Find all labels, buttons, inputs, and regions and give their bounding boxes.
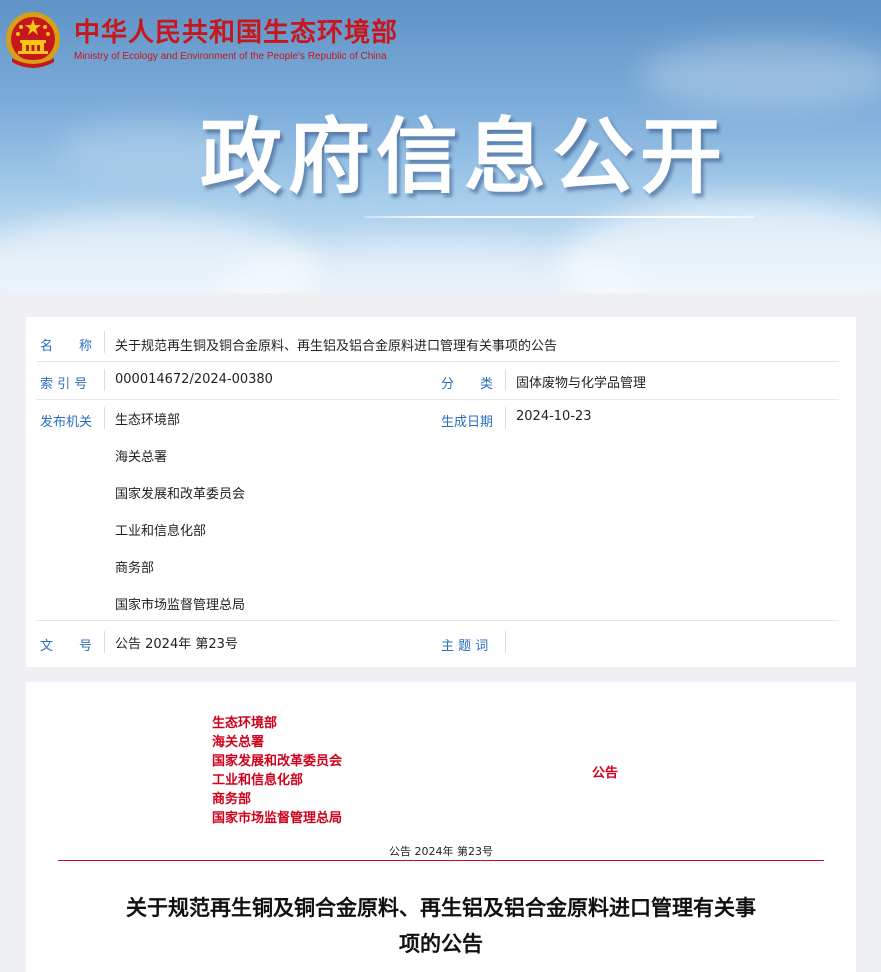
notice-word: 公告 — [592, 766, 619, 781]
issuer-value-6: 国家市场监督管理总局 — [115, 598, 246, 613]
date-value: 2024-10-23 — [516, 409, 592, 424]
meta-row-issuer: 发布机关 生态环境部 海关总署 国家发展和改革委员会 工业和信息化部 商务部 国… — [36, 400, 839, 621]
national-emblem-icon[interactable] — [4, 10, 62, 72]
category-label: 分 类 — [441, 377, 494, 392]
issuer-label: 发布机关 — [40, 415, 93, 430]
red-divider — [58, 860, 824, 861]
name-value: 关于规范再生铜及铜合金原料、再生铝及铝合金原料进口管理有关事项的公告 — [115, 339, 558, 354]
site-name-en[interactable]: Ministry of Ecology and Environment of t… — [74, 51, 387, 62]
document-body: 生态环境部 海关总署 国家发展和改革委员会 工业和信息化部 商务部 国家市场监督… — [26, 682, 856, 972]
index-value: 000014672/2024-00380 — [115, 372, 273, 387]
index-label: 索 引 号 — [40, 377, 88, 392]
issuer-value-4: 工业和信息化部 — [115, 524, 207, 539]
header-banner: 中华人民共和国生态环境部 Ministry of Ecology and Env… — [0, 0, 881, 293]
doc-issuer-4: 工业和信息化部 — [212, 773, 304, 788]
document-number: 公告 2024年 第23号 — [389, 845, 493, 858]
issuer-value-2: 海关总署 — [115, 450, 168, 465]
meta-row-docno: 文 号 公告 2024年 第23号 主 题 词 — [36, 621, 839, 659]
keywords-label: 主 题 词 — [441, 639, 489, 654]
doc-issuer-3: 国家发展和改革委员会 — [212, 754, 343, 769]
document-title: 关于规范再生铜及铜合金原料、再生铝及铝合金原料进口管理有关事项的公告 — [126, 896, 756, 956]
date-label: 生成日期 — [441, 415, 494, 430]
doc-issuer-6: 国家市场监督管理总局 — [212, 811, 343, 826]
site-name-cn[interactable]: 中华人民共和国生态环境部 — [74, 18, 398, 48]
banner-title: 政府信息公开 — [200, 110, 729, 205]
doc-issuer-2: 海关总署 — [212, 735, 265, 750]
name-label: 名 称 — [40, 339, 93, 354]
meta-row-name: 名 称 关于规范再生铜及铜合金原料、再生铝及铝合金原料进口管理有关事项的公告 — [36, 325, 839, 362]
banner-divider — [364, 216, 754, 218]
metadata-table: 名 称 关于规范再生铜及铜合金原料、再生铝及铝合金原料进口管理有关事项的公告 索… — [26, 317, 856, 667]
category-value: 固体废物与化学品管理 — [516, 376, 647, 391]
issuer-value-3: 国家发展和改革委员会 — [115, 487, 246, 502]
document-issuers: 生态环境部 海关总署 国家发展和改革委员会 工业和信息化部 商务部 国家市场监督… — [212, 714, 342, 828]
docno-value: 公告 2024年 第23号 — [115, 637, 238, 652]
docno-label: 文 号 — [40, 639, 93, 654]
meta-row-index: 索 引 号 000014672/2024-00380 分 类 固体废物与化学品管… — [36, 362, 839, 400]
doc-issuer-5: 商务部 — [212, 792, 252, 807]
issuer-value-1: 生态环境部 — [115, 413, 181, 428]
doc-issuer-1: 生态环境部 — [212, 716, 278, 731]
issuer-value-5: 商务部 — [115, 561, 155, 576]
